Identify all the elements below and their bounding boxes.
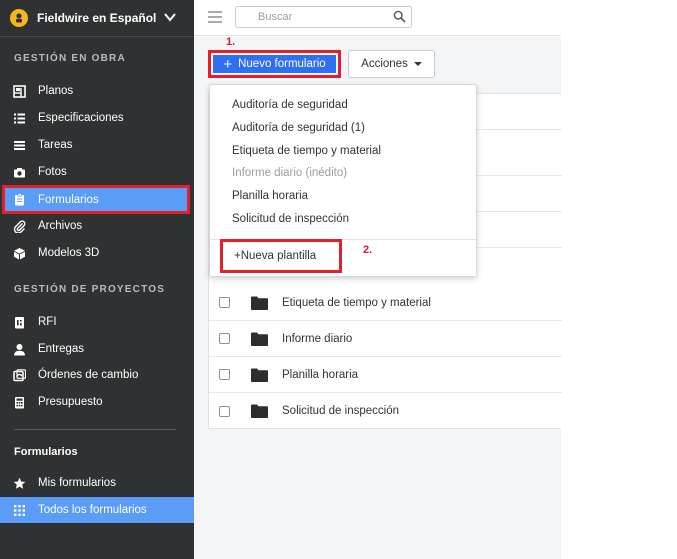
- sidebar-item-formularios[interactable]: Formularios: [2, 185, 190, 214]
- blueprint-icon: [12, 84, 26, 98]
- sidebar-item-entregas[interactable]: Entregas: [0, 336, 194, 362]
- sidebar: Fieldwire en Español GESTIÓN EN OBRA Pla…: [0, 0, 194, 559]
- list-icon: [12, 111, 26, 125]
- row-checkbox[interactable]: [219, 369, 230, 380]
- sidebar-item-tareas[interactable]: Tareas: [0, 132, 194, 158]
- folder-icon: [251, 296, 268, 310]
- table-row-name: Etiqueta de tiempo y material: [282, 296, 431, 309]
- table-row[interactable]: Informe diario: [209, 321, 562, 357]
- row-checkbox[interactable]: [219, 405, 230, 417]
- sidebar-divider: [0, 36, 194, 37]
- sidebar-item-label: Entregas: [38, 343, 85, 355]
- sidebar-item-todos-los-formularios[interactable]: Todos los formularios: [0, 497, 194, 523]
- sidebar-item-modelos-3d[interactable]: Modelos 3D: [0, 240, 194, 266]
- step-2-label: 2.: [363, 244, 373, 256]
- sidebar-item-rfi[interactable]: RFI: [0, 309, 194, 335]
- sidebar-item-archivos[interactable]: Archivos: [0, 213, 194, 239]
- fieldwire-logo-icon: [10, 9, 28, 27]
- caret-down-icon: [413, 62, 422, 66]
- section-title-proyectos: GESTIÓN DE PROYECTOS: [14, 284, 166, 295]
- sidebar-item-fotos[interactable]: Fotos: [0, 159, 194, 185]
- new-template-button[interactable]: +Nueva plantilla: [220, 239, 342, 273]
- sidebar-item-label: Planos: [38, 85, 74, 97]
- sidebar-item-planos[interactable]: Planos: [0, 78, 194, 104]
- clipboard-icon: [12, 193, 26, 207]
- folder-icon: [251, 404, 268, 418]
- sidebar-item-label: Archivos: [38, 220, 83, 232]
- sidebar-item-label: Modelos 3D: [38, 247, 100, 259]
- project-name: Fieldwire en Español: [37, 11, 157, 25]
- forms-heading: Formularios: [14, 446, 78, 458]
- sidebar-item-presupuesto[interactable]: Presupuesto: [0, 389, 194, 415]
- step-1-label: 1.: [226, 36, 236, 48]
- plus-icon: +: [223, 55, 233, 73]
- folder-icon: [251, 368, 268, 382]
- sidebar-item-label: Fotos: [38, 166, 67, 178]
- new-template-label: +Nueva plantilla: [234, 250, 317, 262]
- dropdown-item-template[interactable]: Etiqueta de tiempo y material: [232, 145, 381, 157]
- new-form-button[interactable]: + Nuevo formulario: [208, 50, 341, 78]
- table-row[interactable]: Etiqueta de tiempo y material: [209, 285, 562, 321]
- sidebar-item-label: Todos los formularios: [38, 504, 147, 516]
- row-checkbox[interactable]: [219, 333, 230, 344]
- menu-icon[interactable]: [208, 11, 222, 23]
- right-blank-area: [561, 0, 677, 559]
- sidebar-item-label: Formularios: [38, 193, 99, 206]
- sidebar-item-label: Mis formularios: [38, 477, 116, 489]
- table-row-name: Informe diario: [282, 332, 353, 345]
- grid-icon: [12, 503, 26, 517]
- search-icon[interactable]: [393, 10, 406, 26]
- actions-button[interactable]: Acciones: [348, 50, 435, 78]
- table-row[interactable]: Planilla horaria: [209, 357, 562, 393]
- sidebar-item-label: Tareas: [38, 139, 73, 151]
- change-order-icon: [12, 368, 26, 382]
- tasks-icon: [12, 138, 26, 152]
- sidebar-item-mis-formularios[interactable]: Mis formularios: [0, 470, 194, 496]
- search-box[interactable]: [235, 6, 412, 28]
- dropdown-item-template-disabled: Informe diario (inédito): [232, 167, 348, 179]
- table-row-name: Planilla horaria: [282, 368, 359, 381]
- camera-icon: [12, 165, 26, 179]
- star-icon: [12, 476, 26, 490]
- sidebar-item-label: Especificaciones: [38, 112, 124, 124]
- paperclip-icon: [12, 219, 26, 233]
- new-form-dropdown: Auditoría de seguridad Auditoría de segu…: [209, 84, 477, 277]
- project-switcher[interactable]: Fieldwire en Español: [10, 8, 185, 28]
- sidebar-item-label: Presupuesto: [38, 396, 103, 408]
- rfi-icon: [12, 315, 26, 329]
- dropdown-item-template[interactable]: Planilla horaria: [232, 190, 308, 202]
- sidebar-divider: [14, 429, 176, 430]
- row-checkbox[interactable]: [219, 297, 230, 308]
- user-icon: [12, 342, 26, 356]
- sidebar-item-ordenes-de-cambio[interactable]: Órdenes de cambio: [0, 362, 194, 388]
- section-title-obra: GESTIÓN EN OBRA: [14, 53, 126, 64]
- new-form-button-body[interactable]: + Nuevo formulario: [213, 55, 336, 73]
- sidebar-item-especificaciones[interactable]: Especificaciones: [0, 105, 194, 131]
- sidebar-item-label: Órdenes de cambio: [38, 369, 139, 381]
- topbar: [194, 0, 561, 36]
- table-row[interactable]: Solicitud de inspección: [209, 393, 562, 429]
- chevron-down-icon[interactable]: [163, 10, 177, 27]
- new-form-label: Nuevo formulario: [238, 58, 326, 70]
- table-row-name: Solicitud de inspección: [282, 405, 399, 417]
- dropdown-item-template[interactable]: Auditoría de seguridad (1): [232, 122, 365, 134]
- dropdown-item-template[interactable]: Auditoría de seguridad: [232, 99, 348, 111]
- actions-label: Acciones: [361, 58, 408, 70]
- folder-icon: [251, 332, 268, 346]
- sidebar-item-label: RFI: [38, 316, 57, 328]
- cube-icon: [12, 246, 26, 260]
- dropdown-item-template[interactable]: Solicitud de inspección: [232, 213, 349, 225]
- calculator-icon: [12, 395, 26, 409]
- search-input[interactable]: [258, 7, 398, 27]
